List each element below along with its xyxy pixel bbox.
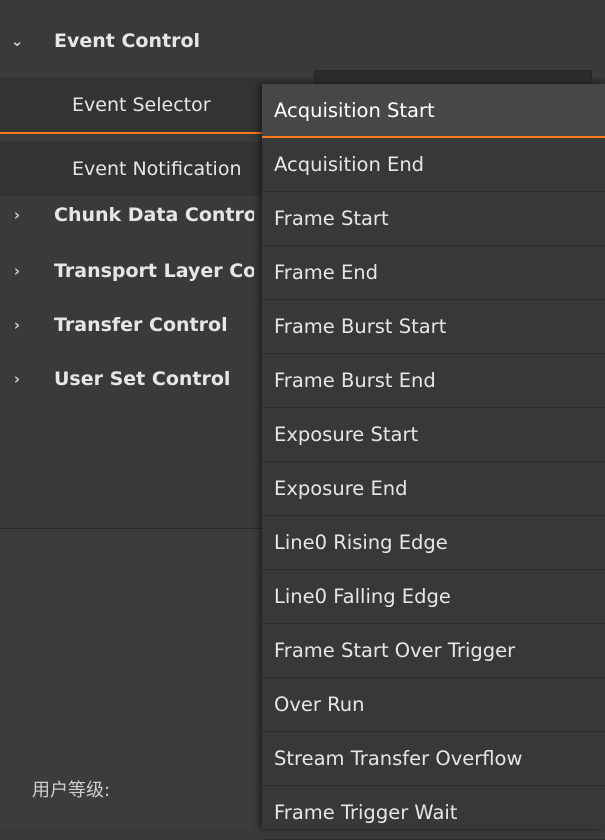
tree-group-label: Chunk Data Control — [54, 204, 254, 226]
dropdown-option[interactable]: Line0 Falling Edge — [262, 570, 605, 624]
dropdown-option[interactable]: Stream Transfer Overflow — [262, 732, 605, 786]
dropdown-option[interactable]: Acquisition Start — [262, 84, 605, 138]
user-level-label: 用户等级: — [32, 780, 111, 801]
dropdown-option[interactable]: Exposure Start — [262, 408, 605, 462]
dropdown-option[interactable]: Frame Burst Start — [262, 300, 605, 354]
dropdown-option[interactable]: Frame Burst End — [262, 354, 605, 408]
dropdown-option[interactable]: Acquisition End — [262, 138, 605, 192]
tree-group-event-control[interactable]: ⌄ Event Control — [0, 14, 605, 68]
chevron-right-icon[interactable]: › — [10, 206, 24, 224]
dropdown-option[interactable]: Frame Trigger Wait — [262, 786, 605, 840]
chevron-right-icon[interactable]: › — [10, 316, 24, 334]
dropdown-option[interactable]: Frame End — [262, 246, 605, 300]
dropdown-option[interactable]: Over Run — [262, 678, 605, 732]
tree-group-label: Transfer Control — [54, 314, 228, 336]
tree-group-label: User Set Control — [54, 368, 231, 390]
dropdown-option[interactable]: Exposure End — [262, 462, 605, 516]
dropdown-option[interactable]: Frame Start — [262, 192, 605, 246]
event-selector-dropdown-list[interactable]: Acquisition Start Acquisition End Frame St… — [262, 84, 605, 840]
chevron-right-icon[interactable]: › — [10, 370, 24, 388]
dropdown-option[interactable]: Line0 Rising Edge — [262, 516, 605, 570]
chevron-down-icon[interactable]: ⌄ — [10, 32, 24, 50]
dropdown-option[interactable]: Frame Start Over Trigger — [262, 624, 605, 678]
tree-group-label: Transport Layer Control — [54, 260, 254, 282]
tree-group-label: Event Control — [54, 30, 201, 52]
tree-item-label: Event Notification — [72, 158, 242, 180]
selected-row-underline — [0, 132, 262, 134]
tree-item-label: Event Selector — [72, 94, 211, 116]
chevron-right-icon[interactable]: › — [10, 262, 24, 280]
